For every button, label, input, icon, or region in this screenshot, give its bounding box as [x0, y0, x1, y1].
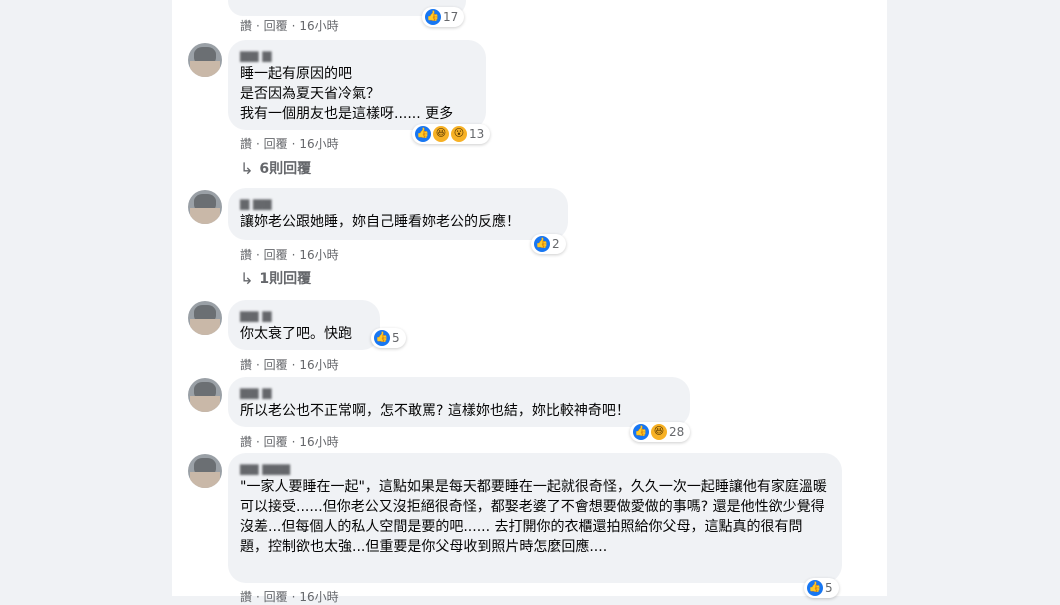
commenter-name[interactable]: ▆▆ ▆▆▆: [240, 461, 830, 475]
haha-icon: 😆: [651, 424, 667, 440]
like-button[interactable]: 讚: [240, 248, 252, 262]
like-icon: 👍: [807, 580, 823, 596]
reply-button[interactable]: 回覆: [264, 358, 288, 372]
reply-button[interactable]: 回覆: [264, 19, 288, 33]
comment-bubble: ▆ ▆▆ 讓妳老公跟她睡，妳自己睡看妳老公的反應！: [228, 188, 568, 240]
like-icon: 👍: [633, 424, 649, 440]
reaction-summary[interactable]: 👍 5: [371, 328, 406, 348]
reply-button[interactable]: 回覆: [264, 248, 288, 262]
reply-arrow-icon: ↳: [240, 158, 254, 178]
reply-button[interactable]: 回覆: [264, 590, 288, 604]
commenter-name[interactable]: ▆▆ ▆: [240, 385, 678, 399]
comment-actions: 讚 · 回覆 · 16小時: [240, 19, 339, 33]
commenter-name[interactable]: ▆ ▆▆: [240, 196, 556, 210]
timestamp[interactable]: 16小時: [299, 137, 338, 151]
commenter-name[interactable]: ▆▆ ▆: [240, 308, 368, 322]
reaction-summary[interactable]: 👍 17: [422, 7, 465, 27]
like-icon: 👍: [415, 126, 431, 142]
wow-icon: 😮: [451, 126, 467, 142]
timestamp[interactable]: 16小時: [299, 358, 338, 372]
timestamp[interactable]: 16小時: [299, 19, 338, 33]
reply-arrow-icon: ↳: [240, 268, 254, 288]
reply-button[interactable]: 回覆: [264, 137, 288, 151]
avatar[interactable]: [188, 378, 222, 412]
avatar[interactable]: [188, 190, 222, 224]
avatar[interactable]: [188, 454, 222, 488]
haha-icon: 😆: [433, 126, 449, 142]
comment-text: 睡一起有原因的吧 是否因為夏天省冷氣？ 我有一個朋友也是這樣呀...... 更多: [240, 66, 454, 122]
comment-bubble: ▆▆ ▆ 你太衰了吧。快跑: [228, 300, 380, 350]
like-icon: 👍: [374, 330, 390, 346]
reaction-summary[interactable]: 👍 2: [531, 234, 566, 254]
comment-text: 讓妳老公跟她睡，妳自己睡看妳老公的反應！: [240, 214, 520, 230]
comment-actions: 讚 · 回覆 · 16小時: [240, 435, 339, 449]
view-replies-link[interactable]: ↳ 6則回覆: [240, 158, 311, 178]
like-button[interactable]: 讚: [240, 137, 252, 151]
comment-bubble: ▆▆ ▆ 所以老公也不正常啊，怎不敢罵? 這樣妳也結，妳比較神奇吧！: [228, 377, 690, 427]
comment-text: "一家人要睡在一起"，這點如果是每天都要睡在一起就很奇怪，久久一次一起睡讓他有家…: [240, 479, 827, 555]
timestamp[interactable]: 16小時: [299, 590, 338, 604]
avatar[interactable]: [188, 301, 222, 335]
reply-button[interactable]: 回覆: [264, 435, 288, 449]
comment-text: 所以老公也不正常啊，怎不敢罵? 這樣妳也結，妳比較神奇吧！: [240, 403, 630, 419]
comment-actions: 讚 · 回覆 · 16小時: [240, 590, 339, 604]
timestamp[interactable]: 16小時: [299, 435, 338, 449]
comment-bubble: ▆▆ ▆▆▆ "一家人要睡在一起"，這點如果是每天都要睡在一起就很奇怪，久久一次…: [228, 453, 842, 583]
avatar[interactable]: [188, 43, 222, 77]
commenter-name[interactable]: ▆▆ ▆: [240, 48, 474, 62]
view-replies-link[interactable]: ↳ 1則回覆: [240, 268, 311, 288]
reaction-summary[interactable]: 👍 😆 😮 13: [412, 124, 491, 144]
comment-text: 你太衰了吧。快跑: [240, 326, 352, 342]
like-button[interactable]: 讚: [240, 19, 252, 33]
comment-actions: 讚 · 回覆 · 16小時: [240, 358, 339, 372]
reaction-summary[interactable]: 👍 5: [804, 578, 839, 598]
like-button[interactable]: 讚: [240, 358, 252, 372]
like-icon: 👍: [425, 9, 441, 25]
like-button[interactable]: 讚: [240, 435, 252, 449]
reaction-summary[interactable]: 👍 😆 28: [630, 422, 691, 442]
like-button[interactable]: 讚: [240, 590, 252, 604]
timestamp[interactable]: 16小時: [299, 248, 338, 262]
comment-actions: 讚 · 回覆 · 16小時: [240, 137, 339, 151]
comment-bubble: ▆▆ ▆ 睡一起有原因的吧 是否因為夏天省冷氣？ 我有一個朋友也是這樣呀....…: [228, 40, 486, 130]
comment-actions: 讚 · 回覆 · 16小時: [240, 248, 339, 262]
like-icon: 👍: [534, 236, 550, 252]
